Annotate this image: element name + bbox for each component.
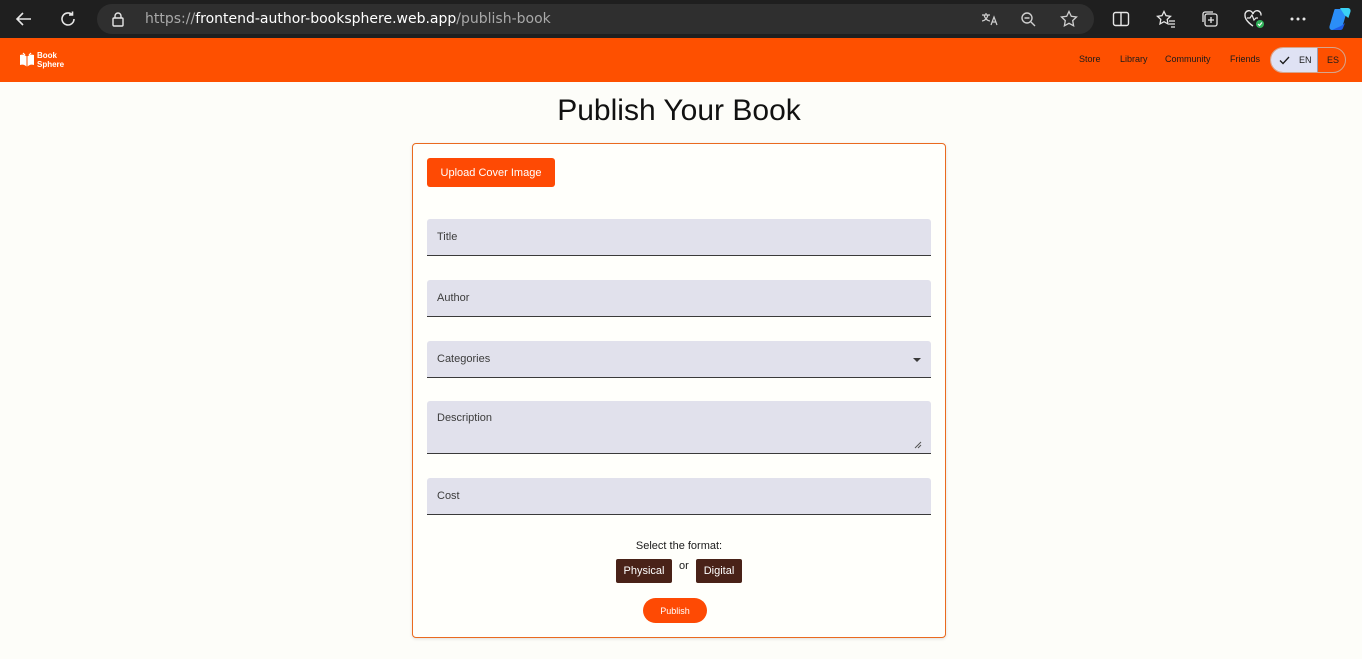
back-icon[interactable] bbox=[9, 4, 39, 34]
lock-icon bbox=[111, 11, 125, 32]
author-field[interactable]: Author bbox=[427, 280, 931, 317]
publish-form: Upload Cover Image Title Author Categori… bbox=[412, 143, 946, 638]
lang-en-button[interactable]: EN bbox=[1271, 48, 1318, 72]
cost-field[interactable]: Cost bbox=[427, 478, 931, 515]
url-text: https://frontend-author-booksphere.web.a… bbox=[145, 11, 551, 27]
logo-line-2: Sphere bbox=[37, 59, 65, 69]
title-placeholder: Title bbox=[437, 231, 458, 243]
favorites-icon[interactable] bbox=[1151, 4, 1181, 34]
copilot-icon[interactable] bbox=[1325, 4, 1355, 34]
check-icon bbox=[1279, 56, 1290, 65]
description-placeholder: Description bbox=[437, 412, 493, 424]
browser-toolbar: https://frontend-author-booksphere.web.a… bbox=[0, 0, 1362, 38]
more-options-icon[interactable] bbox=[1283, 4, 1313, 34]
cost-placeholder: Cost bbox=[437, 490, 460, 502]
favorite-star-icon[interactable] bbox=[1059, 9, 1079, 29]
nav-store[interactable]: Store bbox=[1079, 54, 1101, 64]
translate-icon[interactable] bbox=[979, 9, 999, 29]
publish-button[interactable]: Publish bbox=[643, 598, 707, 623]
url-scheme: https:// bbox=[145, 11, 196, 27]
address-bar[interactable]: https://frontend-author-booksphere.web.a… bbox=[97, 4, 1094, 34]
split-screen-icon[interactable] bbox=[1106, 4, 1136, 34]
logo-text: Book Sphere bbox=[37, 51, 65, 69]
url-path: /publish-book bbox=[456, 11, 551, 27]
dropdown-arrow-icon bbox=[913, 358, 921, 362]
description-textarea[interactable]: Description bbox=[427, 401, 931, 454]
book-logo-icon bbox=[20, 52, 34, 67]
categories-placeholder: Categories bbox=[437, 353, 491, 365]
nav-friends[interactable]: Friends bbox=[1230, 54, 1260, 64]
physical-format-button[interactable]: Physical bbox=[616, 559, 672, 583]
upload-cover-button[interactable]: Upload Cover Image bbox=[427, 158, 555, 187]
categories-select[interactable]: Categories bbox=[427, 341, 931, 378]
language-toggle: EN ES bbox=[1270, 47, 1346, 73]
format-or-text: or bbox=[679, 560, 689, 572]
lang-es-button[interactable]: ES bbox=[1327, 55, 1339, 65]
zoom-out-icon[interactable] bbox=[1018, 9, 1038, 29]
url-host: frontend-author-booksphere.web.app bbox=[195, 11, 457, 27]
title-field[interactable]: Title bbox=[427, 219, 931, 256]
app-header: Book Sphere Store Library Community Frie… bbox=[0, 38, 1362, 82]
format-label: Select the format: bbox=[635, 540, 723, 552]
nav-library[interactable]: Library bbox=[1120, 54, 1148, 64]
health-heart-icon[interactable] bbox=[1239, 4, 1269, 34]
collections-icon[interactable] bbox=[1195, 4, 1225, 34]
digital-format-button[interactable]: Digital bbox=[696, 559, 742, 583]
refresh-icon[interactable] bbox=[53, 4, 83, 34]
resize-handle-icon[interactable] bbox=[914, 441, 922, 449]
nav-community[interactable]: Community bbox=[1165, 54, 1211, 64]
page-title: Publish Your Book bbox=[557, 94, 801, 127]
booksphere-logo[interactable]: Book Sphere bbox=[19, 51, 69, 70]
author-placeholder: Author bbox=[437, 292, 470, 304]
lang-en-label: EN bbox=[1299, 55, 1312, 65]
